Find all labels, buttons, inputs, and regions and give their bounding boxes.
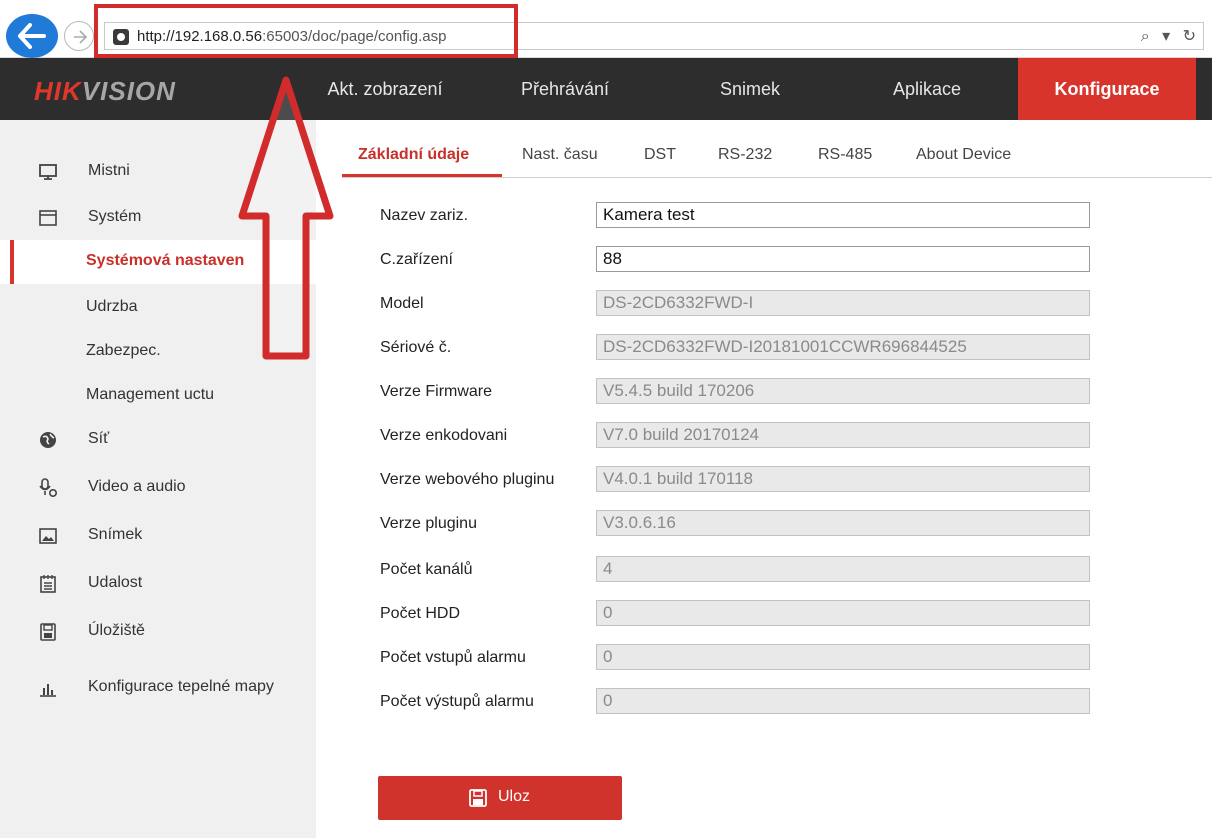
field-label: Verze enkodovani xyxy=(380,427,508,444)
form-row-alarm-outputs: Počet výstupů alarmu 0 xyxy=(380,688,1100,716)
tab-dst[interactable]: DST xyxy=(644,146,676,164)
sidebar-item-image[interactable]: Snímek xyxy=(0,514,316,558)
alarm-input-count-field: 0 xyxy=(596,644,1090,670)
form-row-channels: Počet kanálů 4 xyxy=(380,556,1100,584)
nav-configuration[interactable]: Konfigurace xyxy=(1018,58,1196,120)
active-tab-indicator xyxy=(342,174,502,177)
field-label: Sériové č. xyxy=(380,339,452,356)
sidebar-item-label: Snímek xyxy=(88,526,143,543)
form-row-device-number: C.zařízení 88 xyxy=(380,246,1100,274)
sidebar-item-label: Síť xyxy=(88,430,110,447)
sidebar-item-video-audio[interactable]: Video a audio xyxy=(0,466,316,510)
device-number-input[interactable]: 88 xyxy=(596,246,1090,272)
plugin-version-field: V3.0.6.16 xyxy=(596,510,1090,536)
field-label: C.zařízení xyxy=(380,251,453,268)
monitor-icon xyxy=(39,164,57,180)
form-row-web-plugin: Verze webového pluginu V4.0.1 build 1701… xyxy=(380,466,1100,494)
url-highlight-box xyxy=(94,4,518,58)
form-row-firmware: Verze Firmware V5.4.5 build 170206 xyxy=(380,378,1100,406)
sidebar-item-label: Udalost xyxy=(88,574,143,591)
field-label: Počet vstupů alarmu xyxy=(380,649,526,666)
nav-picture[interactable]: Snimek xyxy=(690,58,810,120)
model-field: DS-2CD6332FWD-I xyxy=(596,290,1090,316)
form-row-alarm-inputs: Počet vstupů alarmu 0 xyxy=(380,644,1100,672)
image-icon xyxy=(39,528,57,544)
tab-rs485[interactable]: RS-485 xyxy=(818,146,872,164)
hdd-count-field: 0 xyxy=(596,600,1090,626)
sidebar-item-label: Video a audio xyxy=(88,478,186,495)
system-window-icon xyxy=(39,210,57,226)
sidebar-item-label: Úložiště xyxy=(88,622,145,639)
channel-count-field: 4 xyxy=(596,556,1090,582)
form-row-serial: Sériové č. DS-2CD6332FWD-I20181001CCWR69… xyxy=(380,334,1100,362)
save-button[interactable]: Uloz xyxy=(378,776,622,820)
calendar-icon xyxy=(40,575,56,593)
field-label: Verze Firmware xyxy=(380,383,493,400)
forward-button[interactable] xyxy=(64,21,94,51)
floppy-disk-icon xyxy=(469,789,487,807)
field-label: Počet výstupů alarmu xyxy=(380,693,534,710)
tab-time-settings[interactable]: Nast. času xyxy=(522,146,598,164)
sidebar-item-heatmap-config[interactable]: Konfigurace tepelné mapy xyxy=(0,666,316,710)
tab-basic-info[interactable]: Základní údaje xyxy=(358,146,469,164)
search-refresh-icons[interactable]: ⌕ ▾ ↻ xyxy=(1141,26,1200,46)
bar-chart-icon xyxy=(40,684,56,697)
storage-icon xyxy=(40,623,56,641)
sidebar-item-label: Mistni xyxy=(88,162,130,179)
sidebar-item-label: Management uctu xyxy=(86,386,215,403)
globe-icon xyxy=(40,432,56,448)
field-label: Nazev zariz. xyxy=(380,207,469,224)
sidebar-item-storage[interactable]: Úložiště xyxy=(0,610,316,654)
field-label: Počet kanálů xyxy=(380,561,473,578)
sidebar-item-account-management[interactable]: Management uctu xyxy=(0,374,316,418)
serial-number-field: DS-2CD6332FWD-I20181001CCWR696844525 xyxy=(596,334,1090,360)
top-navigation: HIKVISION Akt. zobrazení Přehrávání Snim… xyxy=(0,58,1212,120)
sidebar-item-label: Systémová nastaven xyxy=(86,252,245,269)
sidebar-item-network[interactable]: Síť xyxy=(0,418,316,462)
hikvision-logo: HIKVISION xyxy=(34,76,176,106)
sidebar-item-label: Zabezpec. xyxy=(86,342,161,359)
back-arrow-icon xyxy=(18,23,46,49)
annotation-arrow-icon xyxy=(238,76,334,360)
back-button[interactable] xyxy=(6,14,58,58)
form-row-hdd: Počet HDD 0 xyxy=(380,600,1100,628)
nav-application[interactable]: Aplikace xyxy=(862,58,992,120)
device-name-input[interactable]: Kamera test xyxy=(596,202,1090,228)
mic-icon xyxy=(39,478,58,498)
tab-about-device[interactable]: About Device xyxy=(916,146,1011,164)
form-row-device-name: Nazev zariz. Kamera test xyxy=(380,202,1100,230)
field-label: Počet HDD xyxy=(380,605,461,622)
form-row-encoding: Verze enkodovani V7.0 build 20170124 xyxy=(380,422,1100,450)
config-tabs: Základní údaje Nast. času DST RS-232 RS-… xyxy=(342,140,1212,178)
sidebar-item-event[interactable]: Udalost xyxy=(0,562,316,606)
alarm-output-count-field: 0 xyxy=(596,688,1090,714)
save-button-label: Uloz xyxy=(498,788,531,805)
field-label: Verze pluginu xyxy=(380,515,477,532)
nav-playback[interactable]: Přehrávání xyxy=(490,58,640,120)
sidebar-item-label: Systém xyxy=(88,208,142,225)
form-row-plugin: Verze pluginu V3.0.6.16 xyxy=(380,510,1100,538)
web-plugin-version-field: V4.0.1 build 170118 xyxy=(596,466,1090,492)
sidebar-item-label: Udrzba xyxy=(86,298,138,315)
field-label: Verze webového pluginu xyxy=(380,471,555,488)
form-row-model: Model DS-2CD6332FWD-I xyxy=(380,290,1100,318)
field-label: Model xyxy=(380,295,424,312)
tab-rs232[interactable]: RS-232 xyxy=(718,146,772,164)
forward-arrow-icon xyxy=(74,30,88,44)
encoding-version-field: V7.0 build 20170124 xyxy=(596,422,1090,448)
sidebar-item-label: Konfigurace tepelné mapy xyxy=(88,678,274,695)
firmware-version-field: V5.4.5 build 170206 xyxy=(596,378,1090,404)
